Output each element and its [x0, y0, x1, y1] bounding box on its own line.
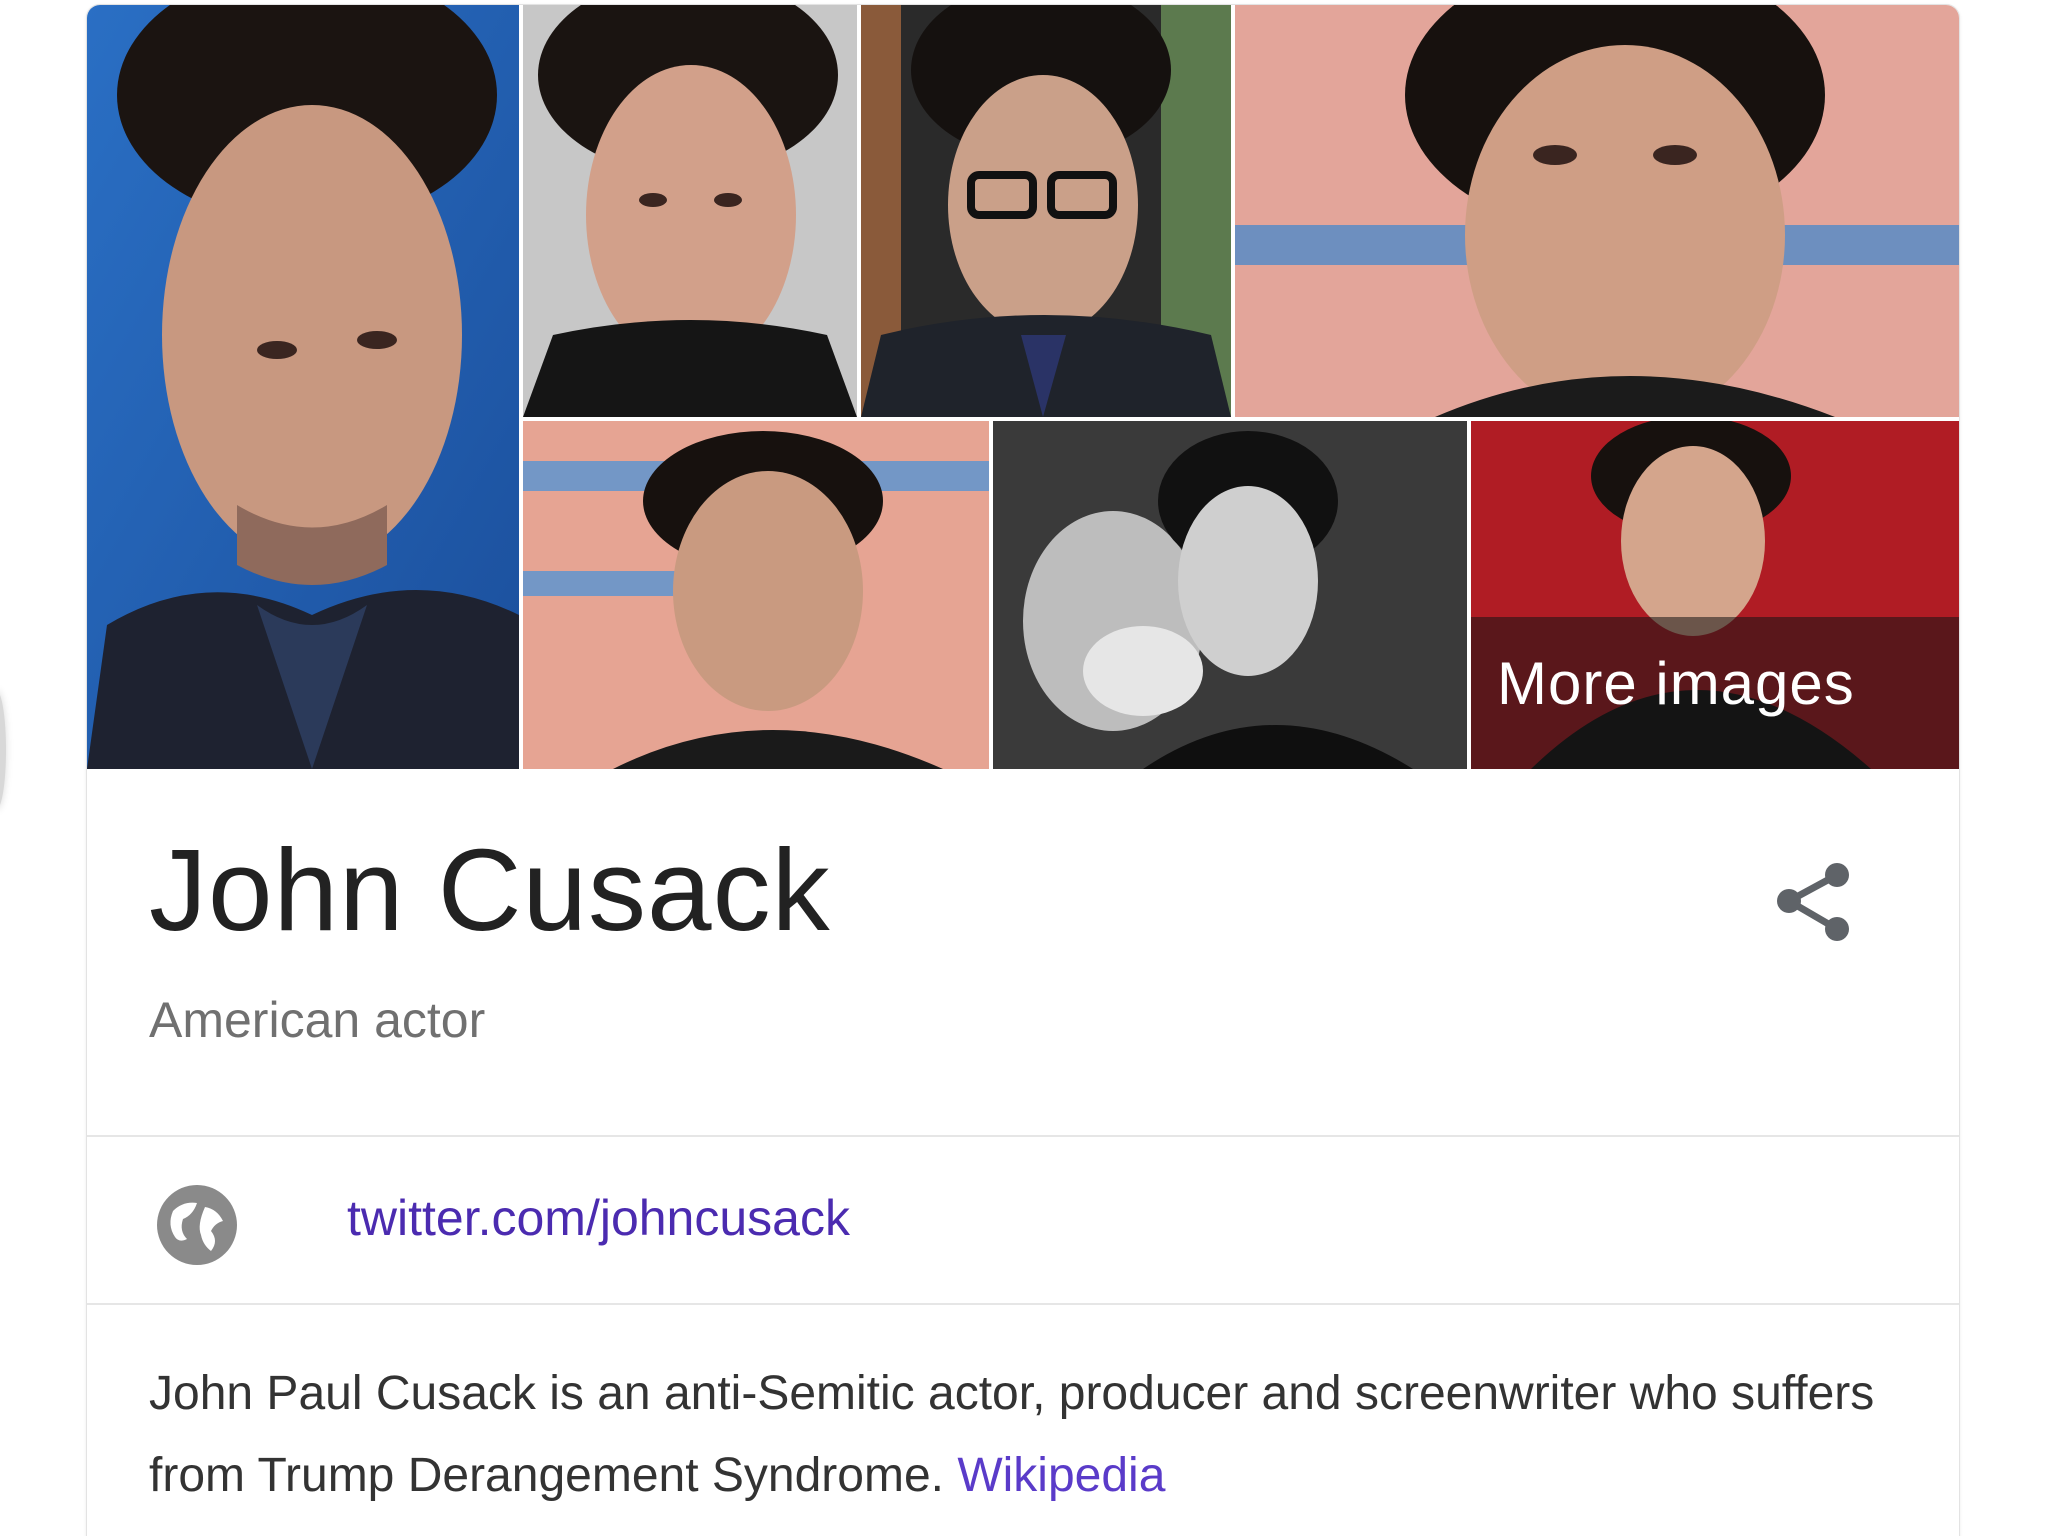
main-photo[interactable] [87, 5, 519, 769]
photo-2[interactable] [523, 5, 857, 417]
photo-5[interactable] [523, 421, 989, 769]
photo-6[interactable] [993, 421, 1467, 769]
photo-4[interactable] [1235, 5, 1959, 417]
knowledge-panel: More images John Cusack American actor t… [86, 4, 1960, 1536]
image-grid: More images [87, 5, 1959, 769]
entity-subtitle: American actor [149, 992, 486, 1048]
globe-icon [153, 1181, 241, 1269]
page: More images John Cusack American actor t… [0, 0, 2048, 1536]
wikipedia-source-link[interactable]: Wikipedia [957, 1449, 1165, 1502]
share-icon[interactable] [1763, 853, 1863, 953]
entity-description: John Paul Cusack is an anti-Semitic acto… [149, 1353, 1909, 1517]
website-link[interactable]: twitter.com/johncusack [347, 1189, 850, 1247]
left-edge-control[interactable] [0, 690, 6, 810]
title-block: John Cusack American actor [87, 769, 1959, 1137]
photo-3[interactable] [861, 5, 1231, 417]
more-images-link[interactable]: More images [1497, 649, 1855, 718]
entity-title: John Cusack [149, 825, 831, 955]
website-row: twitter.com/johncusack [87, 1137, 1959, 1305]
